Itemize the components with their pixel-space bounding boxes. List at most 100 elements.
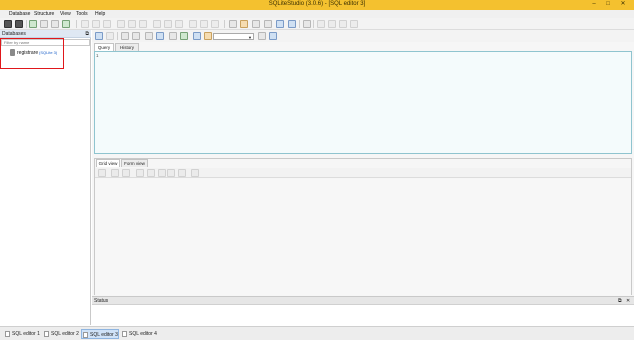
results-tabs: Grid view Form view — [96, 159, 156, 167]
settings-icon[interactable] — [303, 20, 311, 28]
create-index-icon[interactable] — [117, 20, 125, 28]
ddl-history-icon[interactable] — [240, 20, 248, 28]
document-icon — [122, 331, 127, 337]
remove-database-icon[interactable] — [51, 20, 59, 28]
document-icon — [44, 331, 49, 337]
last-page-icon[interactable] — [167, 169, 175, 177]
edit-index-icon[interactable] — [128, 20, 136, 28]
create-table-icon[interactable] — [81, 20, 89, 28]
menu-help[interactable]: Help — [95, 11, 105, 17]
connect-icon[interactable] — [4, 20, 12, 28]
rollback-icon[interactable] — [122, 169, 130, 177]
add-database-icon[interactable] — [29, 20, 37, 28]
sql-editor-icon[interactable] — [229, 20, 237, 28]
query-editor[interactable]: 1 — [94, 51, 632, 154]
disconnect-icon[interactable] — [15, 20, 23, 28]
line-number: 1 — [96, 53, 99, 58]
tab-label: SQL editor 1 — [12, 331, 40, 337]
refresh-data-icon[interactable] — [98, 169, 106, 177]
close-icon[interactable]: ✕ — [626, 298, 630, 304]
refresh-icon[interactable] — [62, 20, 70, 28]
tab-sql-editor-1[interactable]: SQL editor 1 — [4, 329, 40, 339]
explain-icon[interactable] — [106, 32, 114, 40]
tile-vertical-icon[interactable] — [328, 20, 336, 28]
tab-sql-editor-3[interactable]: SQL editor 3 — [81, 329, 119, 339]
open-icon[interactable] — [204, 32, 212, 40]
delete-trigger-icon[interactable] — [175, 20, 183, 28]
tab-grid-view[interactable]: Grid view — [96, 159, 120, 167]
chevron-down-icon: ▼ — [248, 35, 252, 40]
databases-panel-title: Databases — [2, 31, 26, 37]
next-page-icon[interactable] — [158, 169, 166, 177]
menu-tools[interactable]: Tools — [76, 11, 88, 17]
data-grid[interactable] — [95, 179, 631, 295]
database-selector[interactable]: ▼ — [213, 33, 254, 40]
toolbar-separator — [117, 32, 118, 40]
main-toolbar — [0, 18, 634, 30]
toolbar-separator — [76, 20, 77, 28]
toolbar-separator — [313, 20, 314, 28]
status-panel-header: Status ⧉ ✕ — [92, 297, 634, 305]
clear-icon[interactable] — [132, 32, 140, 40]
highlight-box — [0, 38, 64, 69]
tile-icon[interactable] — [276, 20, 284, 28]
tab-sql-editor-2[interactable]: SQL editor 2 — [43, 329, 79, 339]
commit-icon[interactable] — [111, 169, 119, 177]
collation-icon[interactable] — [264, 20, 272, 28]
maximize-button[interactable]: □ — [601, 0, 615, 9]
edit-view-icon[interactable] — [200, 20, 208, 28]
layout-icon[interactable] — [269, 32, 277, 40]
format-icon[interactable] — [121, 32, 129, 40]
create-trigger-icon[interactable] — [153, 20, 161, 28]
tab-history[interactable]: History — [115, 43, 139, 51]
edit-table-icon[interactable] — [92, 20, 100, 28]
print-icon[interactable] — [156, 32, 164, 40]
toolbar-separator — [224, 20, 225, 28]
editor-tabs: Query History — [94, 43, 154, 51]
execute-icon[interactable] — [95, 32, 103, 40]
close-all-icon[interactable] — [339, 20, 347, 28]
window-tabs: SQL editor 1 SQL editor 2 SQL editor 3 S… — [0, 326, 634, 340]
cascade-icon[interactable] — [288, 20, 296, 28]
databases-panel-header: Databases ⧉ — [0, 30, 91, 38]
menu-bar: Database Structure View Tools Help — [0, 10, 634, 18]
menu-structure[interactable]: Structure — [34, 11, 54, 17]
status-panel: Status ⧉ ✕ — [92, 296, 634, 325]
tab-label: SQL editor 4 — [129, 331, 157, 337]
sql-editor-window: ▼ Query History 1 Grid view Form view — [92, 30, 634, 296]
databases-panel: Databases ⧉ registrare (SQLite 3) — [0, 30, 91, 325]
edit-trigger-icon[interactable] — [164, 20, 172, 28]
tab-sql-editor-4[interactable]: SQL editor 4 — [121, 329, 159, 339]
insert-row-icon[interactable] — [178, 169, 186, 177]
float-icon[interactable]: ⧉ — [618, 298, 622, 304]
new-icon[interactable] — [145, 32, 153, 40]
window-title: SQLiteStudio (3.0.6) - [SQL editor 3] — [268, 1, 366, 7]
close-button[interactable]: ✕ — [616, 0, 630, 9]
previous-page-icon[interactable] — [147, 169, 155, 177]
restore-icon[interactable] — [350, 20, 358, 28]
menu-view[interactable]: View — [60, 11, 71, 17]
export-icon[interactable] — [169, 32, 177, 40]
delete-view-icon[interactable] — [211, 20, 219, 28]
editor-toolbar: ▼ — [92, 30, 634, 42]
menu-database[interactable]: Database — [9, 11, 30, 17]
float-icon[interactable]: ⧉ — [85, 31, 89, 37]
document-icon — [5, 331, 10, 337]
print-data-icon[interactable] — [191, 169, 199, 177]
tab-query[interactable]: Query — [94, 43, 114, 51]
minimize-button[interactable]: – — [587, 0, 601, 9]
tab-label: SQL editor 2 — [51, 331, 79, 337]
delete-table-icon[interactable] — [103, 20, 111, 28]
create-view-icon[interactable] — [189, 20, 197, 28]
delete-index-icon[interactable] — [139, 20, 147, 28]
toolbar-separator — [299, 20, 300, 28]
tab-form-view[interactable]: Form view — [121, 159, 148, 167]
edit-database-icon[interactable] — [40, 20, 48, 28]
import-icon[interactable] — [180, 32, 188, 40]
first-page-icon[interactable] — [136, 169, 144, 177]
results-panel: Grid view Form view — [94, 158, 632, 295]
save-icon[interactable] — [193, 32, 201, 40]
attach-icon[interactable] — [258, 32, 266, 40]
function-icon[interactable] — [252, 20, 260, 28]
tile-horizontal-icon[interactable] — [317, 20, 325, 28]
